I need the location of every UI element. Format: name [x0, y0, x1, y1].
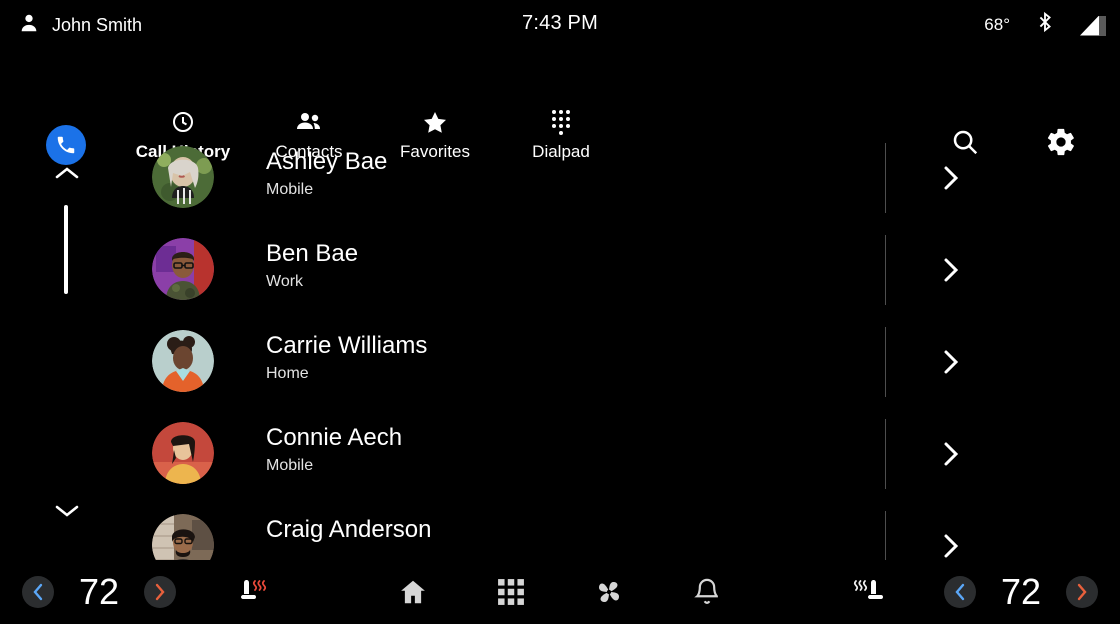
list-item[interactable]: Connie Aech Mobile [0, 415, 1120, 507]
passenger-temp-decrease-button[interactable] [944, 576, 976, 608]
heated-seat-icon [853, 580, 883, 599]
row-divider [885, 327, 886, 397]
call-history-list[interactable]: Ashley Bae Mobile Ben Bae Work Carrie Wi… [0, 139, 1120, 560]
list-item[interactable]: Ashley Bae Mobile [0, 139, 1120, 231]
status-bar: John Smith 7:43 PM 68° [0, 0, 1120, 53]
clock-icon [171, 109, 195, 135]
contact-name: Ashley Bae [266, 148, 388, 175]
tab-bar: Call History Contacts Favorites Dialpad [0, 53, 1120, 165]
bell-icon[interactable] [685, 570, 729, 614]
list-item-text: Ben Bae Work [266, 239, 358, 293]
chevron-right-icon[interactable] [936, 439, 966, 469]
dialpad-icon [550, 109, 572, 135]
row-divider [885, 235, 886, 305]
avatar [152, 330, 214, 392]
avatar [152, 514, 214, 560]
status-indicators: 68° [984, 10, 1106, 39]
apps-grid-icon[interactable] [489, 570, 533, 614]
contact-name: Ben Bae [266, 240, 359, 267]
chevron-right-icon [1077, 583, 1087, 601]
contact-name: Carrie Williams [266, 332, 428, 359]
infotainment-screen: John Smith 7:43 PM 68° Call History Cont… [0, 0, 1120, 624]
avatar [152, 238, 214, 300]
avatar [152, 422, 214, 484]
list-item[interactable]: Craig Anderson [0, 507, 1120, 560]
passenger-temperature: 72 [1000, 571, 1042, 612]
contact-label: Mobile [266, 457, 314, 474]
people-icon [296, 109, 322, 135]
list-item-text: Connie Aech Mobile [266, 423, 402, 477]
star-icon [423, 109, 447, 135]
list-item[interactable]: Carrie Williams Home [0, 323, 1120, 415]
contact-label: Home [266, 365, 309, 382]
contact-label: Mobile [266, 181, 314, 198]
chevron-right-icon[interactable] [936, 255, 966, 285]
clock: 7:43 PM [522, 12, 598, 34]
passenger-climate-control: 72 [944, 560, 1098, 624]
row-divider [885, 419, 886, 489]
row-divider [885, 143, 886, 213]
list-item-text: Carrie Williams Home [266, 331, 427, 385]
outside-temperature: 68° [984, 14, 1010, 34]
list-item-text: Ashley Bae Mobile [266, 147, 387, 201]
chevron-right-icon[interactable] [936, 347, 966, 377]
contact-name: Connie Aech [266, 424, 403, 451]
passenger-temp-increase-button[interactable] [1066, 576, 1098, 608]
fan-icon[interactable] [587, 570, 631, 614]
chevron-right-icon[interactable] [936, 531, 966, 560]
contact-label: Work [266, 273, 304, 290]
bluetooth-icon [1034, 10, 1056, 39]
list-item[interactable]: Ben Bae Work [0, 231, 1120, 323]
row-divider [885, 511, 886, 560]
bottom-bar: 72 72 [0, 560, 1120, 624]
contact-name: Craig Anderson [266, 516, 432, 543]
chevron-right-icon[interactable] [936, 163, 966, 193]
passenger-heated-seat-button[interactable] [848, 572, 888, 612]
avatar [152, 146, 214, 208]
chevron-left-icon [955, 583, 965, 601]
signal-bars-icon [1080, 14, 1106, 36]
list-item-text: Craig Anderson [266, 515, 431, 547]
home-icon[interactable] [391, 570, 435, 614]
